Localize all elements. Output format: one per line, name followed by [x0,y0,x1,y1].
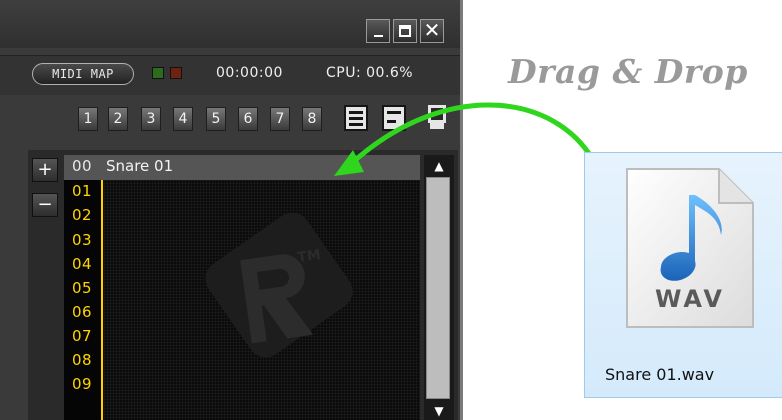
wav-file-item[interactable]: WAV Snare 01.wav [584,152,782,398]
svg-text:WAV: WAV [655,285,725,313]
file-name-label: Snare 01.wav [605,365,715,384]
wav-file-icon: WAV [626,168,754,328]
